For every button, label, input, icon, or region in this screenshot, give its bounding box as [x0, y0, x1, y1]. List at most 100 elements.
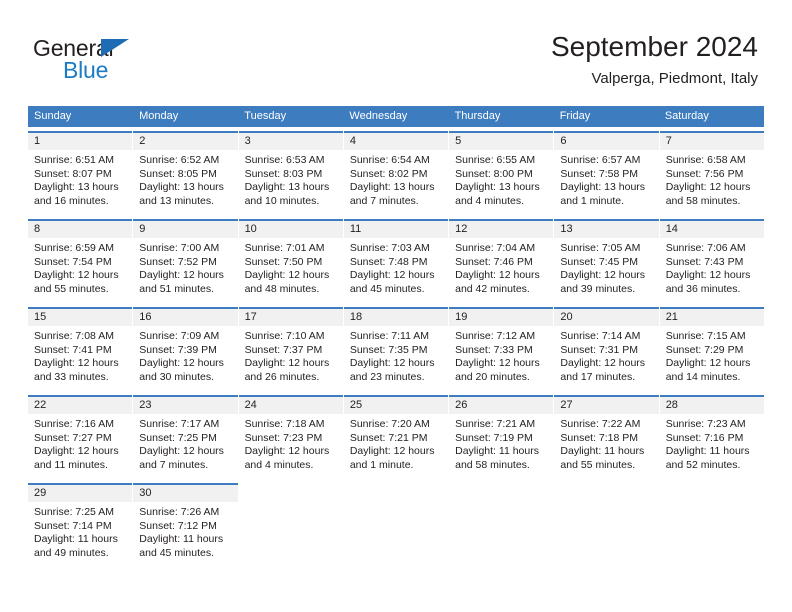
- daylight-text-line2: and 30 minutes.: [139, 370, 214, 383]
- daylight-text-line2: and 7 minutes.: [349, 194, 419, 207]
- day-cell[interactable]: 30 Sunrise: 7:26 AM Sunset: 7:12 PM Dayl…: [133, 483, 238, 567]
- day-cell[interactable]: 22 Sunrise: 7:16 AM Sunset: 7:27 PM Dayl…: [28, 395, 133, 479]
- week-row: 8 Sunrise: 6:59 AM Sunset: 7:54 PM Dayli…: [28, 219, 764, 303]
- weekday-header-wednesday: Wednesday: [349, 110, 408, 122]
- sunrise-text: Sunrise: 6:53 AM: [244, 154, 325, 166]
- weekday-header-row: Sunday Monday Tuesday Wednesday Thursday…: [28, 106, 764, 127]
- week-row: 15 Sunrise: 7:08 AM Sunset: 7:41 PM Dayl…: [28, 307, 764, 391]
- daylight-text-line1: Daylight: 13 hours: [34, 181, 119, 194]
- day-cell[interactable]: 14 Sunrise: 7:06 AM Sunset: 7:43 PM Dayl…: [659, 219, 764, 303]
- day-cell[interactable]: 15 Sunrise: 7:08 AM Sunset: 7:41 PM Dayl…: [28, 307, 133, 391]
- day-cell-empty: [660, 483, 764, 567]
- daylight-text-line1: Daylight: 11 hours: [455, 445, 539, 458]
- sunrise-text: Sunrise: 7:22 AM: [560, 418, 641, 430]
- sunrise-text: Sunrise: 6:57 AM: [560, 154, 641, 166]
- day-details: Sunrise: 6:51 AM Sunset: 8:07 PM Dayligh…: [28, 150, 132, 208]
- sunset-text: Sunset: 7:45 PM: [560, 255, 639, 268]
- sunset-text: Sunset: 7:58 PM: [560, 167, 639, 180]
- day-cell[interactable]: 11 Sunrise: 7:03 AM Sunset: 7:48 PM Dayl…: [343, 219, 449, 303]
- day-cell[interactable]: 21 Sunrise: 7:15 AM Sunset: 7:29 PM Dayl…: [659, 307, 764, 391]
- day-cell[interactable]: 4 Sunrise: 6:54 AM Sunset: 8:02 PM Dayli…: [343, 131, 449, 215]
- daylight-text-line2: and 11 minutes.: [34, 458, 108, 471]
- sunrise-text: Sunrise: 6:59 AM: [34, 242, 114, 254]
- day-details: Sunrise: 7:11 AM Sunset: 7:35 PM Dayligh…: [344, 326, 448, 384]
- sunrise-text: Sunrise: 7:23 AM: [665, 418, 746, 430]
- day-cell[interactable]: 8 Sunrise: 6:59 AM Sunset: 7:54 PM Dayli…: [28, 219, 133, 303]
- daylight-text-line1: Daylight: 11 hours: [560, 445, 645, 458]
- day-cell[interactable]: 26 Sunrise: 7:21 AM Sunset: 7:19 PM Dayl…: [449, 395, 554, 479]
- generalblue-logo[interactable]: General Blue: [33, 35, 273, 90]
- sunrise-text: Sunrise: 7:04 AM: [455, 242, 536, 254]
- day-details: Sunrise: 7:20 AM Sunset: 7:21 PM Dayligh…: [344, 414, 448, 472]
- daylight-text-line2: and 1 minute.: [349, 458, 414, 471]
- sunset-text: Sunset: 8:02 PM: [349, 167, 428, 180]
- day-cell[interactable]: 2 Sunrise: 6:52 AM Sunset: 8:05 PM Dayli…: [133, 131, 238, 215]
- daylight-text-line2: and 4 minutes.: [455, 194, 525, 207]
- calendar-page: General Blue September 2024 Valperga, Pi…: [0, 0, 792, 612]
- sunrise-text: Sunrise: 7:06 AM: [665, 242, 746, 254]
- day-cell[interactable]: 18 Sunrise: 7:11 AM Sunset: 7:35 PM Dayl…: [343, 307, 449, 391]
- day-cell-empty: [449, 483, 553, 567]
- daylight-text-line1: Daylight: 11 hours: [665, 445, 750, 458]
- day-cell[interactable]: 20 Sunrise: 7:14 AM Sunset: 7:31 PM Dayl…: [554, 307, 659, 391]
- sunset-text: Sunset: 7:19 PM: [455, 431, 533, 444]
- daylight-text-line2: and 48 minutes.: [244, 282, 320, 295]
- daylight-text-line2: and 33 minutes.: [34, 370, 109, 383]
- day-details: Sunrise: 7:00 AM Sunset: 7:52 PM Dayligh…: [133, 238, 237, 296]
- week-row: 22 Sunrise: 7:16 AM Sunset: 7:27 PM Dayl…: [28, 395, 764, 479]
- daylight-text-line2: and 58 minutes.: [455, 458, 530, 471]
- sunrise-text: Sunrise: 7:14 AM: [560, 330, 641, 342]
- day-number: 2: [133, 133, 238, 150]
- day-cell[interactable]: 17 Sunrise: 7:10 AM Sunset: 7:37 PM Dayl…: [238, 307, 343, 391]
- sunset-text: Sunset: 7:14 PM: [34, 519, 112, 532]
- day-number: 22: [28, 397, 133, 414]
- day-cell[interactable]: 25 Sunrise: 7:20 AM Sunset: 7:21 PM Dayl…: [343, 395, 449, 479]
- day-cell[interactable]: 29 Sunrise: 7:25 AM Sunset: 7:14 PM Dayl…: [28, 483, 133, 567]
- sunset-text: Sunset: 8:05 PM: [139, 167, 217, 180]
- day-cell[interactable]: 5 Sunrise: 6:55 AM Sunset: 8:00 PM Dayli…: [449, 131, 554, 215]
- day-number: 15: [28, 309, 133, 326]
- daylight-text-line2: and 51 minutes.: [139, 282, 214, 295]
- daylight-text-line2: and 4 minutes.: [244, 458, 314, 471]
- day-details: Sunrise: 7:15 AM Sunset: 7:29 PM Dayligh…: [660, 326, 764, 384]
- day-cell[interactable]: 19 Sunrise: 7:12 AM Sunset: 7:33 PM Dayl…: [449, 307, 554, 391]
- day-details: Sunrise: 7:18 AM Sunset: 7:23 PM Dayligh…: [239, 414, 343, 472]
- day-cell[interactable]: 9 Sunrise: 7:00 AM Sunset: 7:52 PM Dayli…: [133, 219, 238, 303]
- sunrise-text: Sunrise: 6:58 AM: [665, 154, 746, 166]
- page-header: General Blue September 2024 Valperga, Pi…: [0, 0, 792, 100]
- daylight-text-line1: Daylight: 13 hours: [560, 181, 646, 194]
- daylight-text-line1: Daylight: 12 hours: [139, 445, 224, 458]
- day-cell[interactable]: 13 Sunrise: 7:05 AM Sunset: 7:45 PM Dayl…: [554, 219, 659, 303]
- day-cell-empty: [344, 483, 448, 567]
- daylight-text-line1: Daylight: 12 hours: [349, 269, 435, 282]
- day-cell[interactable]: 12 Sunrise: 7:04 AM Sunset: 7:46 PM Dayl…: [449, 219, 554, 303]
- daylight-text-line2: and 55 minutes.: [560, 458, 636, 471]
- day-details: Sunrise: 7:04 AM Sunset: 7:46 PM Dayligh…: [449, 238, 553, 296]
- daylight-text-line2: and 17 minutes.: [560, 370, 636, 383]
- daylight-text-line1: Daylight: 12 hours: [349, 357, 435, 370]
- day-cell[interactable]: 23 Sunrise: 7:17 AM Sunset: 7:25 PM Dayl…: [133, 395, 238, 479]
- day-details: Sunrise: 7:01 AM Sunset: 7:50 PM Dayligh…: [239, 238, 343, 296]
- day-cell[interactable]: 3 Sunrise: 6:53 AM Sunset: 8:03 PM Dayli…: [238, 131, 343, 215]
- day-cell[interactable]: 27 Sunrise: 7:22 AM Sunset: 7:18 PM Dayl…: [554, 395, 659, 479]
- day-cell[interactable]: 16 Sunrise: 7:09 AM Sunset: 7:39 PM Dayl…: [133, 307, 238, 391]
- day-number: 21: [659, 309, 764, 326]
- day-cell[interactable]: 28 Sunrise: 7:23 AM Sunset: 7:16 PM Dayl…: [659, 395, 764, 479]
- daylight-text-line2: and 20 minutes.: [455, 370, 530, 383]
- day-number: 29: [28, 485, 133, 502]
- day-cell[interactable]: 7 Sunrise: 6:58 AM Sunset: 7:56 PM Dayli…: [659, 131, 764, 215]
- sunset-text: Sunset: 7:18 PM: [560, 431, 639, 444]
- day-cell[interactable]: 1 Sunrise: 6:51 AM Sunset: 8:07 PM Dayli…: [28, 131, 133, 215]
- day-number: 11: [343, 221, 449, 238]
- sunrise-text: Sunrise: 6:54 AM: [349, 154, 430, 166]
- day-cell[interactable]: 24 Sunrise: 7:18 AM Sunset: 7:23 PM Dayl…: [238, 395, 343, 479]
- day-details: Sunrise: 6:59 AM Sunset: 7:54 PM Dayligh…: [28, 238, 132, 296]
- day-number: 23: [133, 397, 238, 414]
- daylight-text-line1: Daylight: 11 hours: [34, 533, 118, 546]
- day-cell[interactable]: 6 Sunrise: 6:57 AM Sunset: 7:58 PM Dayli…: [554, 131, 659, 215]
- daylight-text-line2: and 36 minutes.: [665, 282, 741, 295]
- daylight-text-line1: Daylight: 12 hours: [244, 357, 330, 370]
- sunset-text: Sunset: 7:41 PM: [34, 343, 112, 356]
- day-cell[interactable]: 10 Sunrise: 7:01 AM Sunset: 7:50 PM Dayl…: [238, 219, 343, 303]
- sunrise-text: Sunrise: 6:52 AM: [139, 154, 220, 166]
